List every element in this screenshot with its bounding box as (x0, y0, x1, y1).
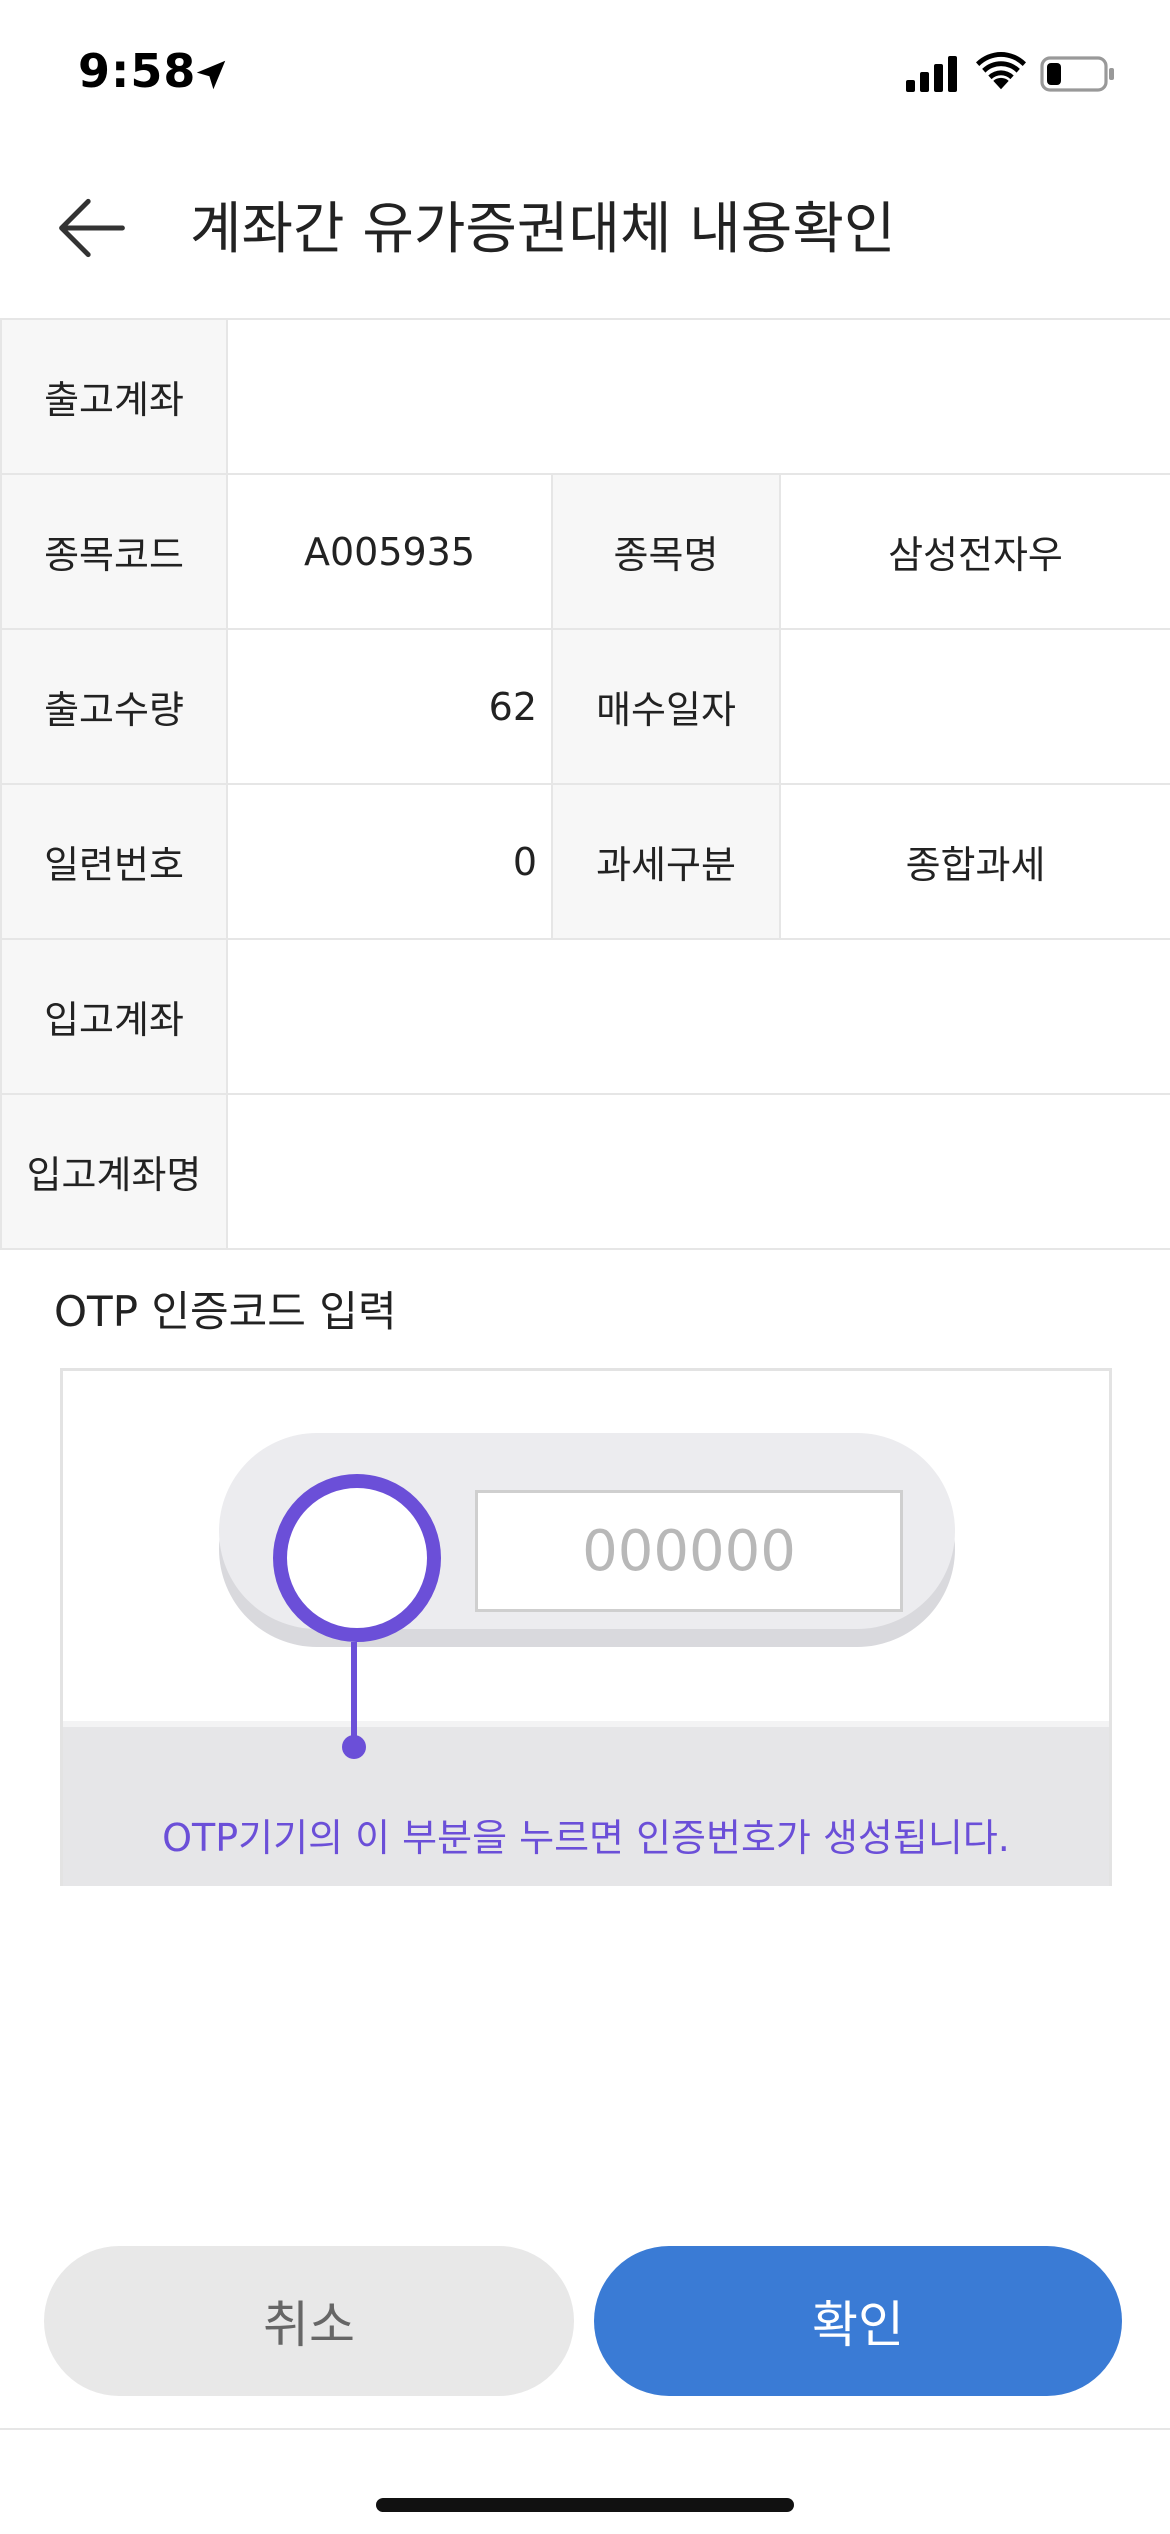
confirm-button[interactable]: 확인 (594, 2246, 1122, 2396)
in-account-value (226, 938, 1170, 1095)
otp-hint-text: OTP기기의 이 부분을 누르면 인증번호가 생성됩니다. (162, 1816, 1010, 1860)
otp-pointer-line (351, 1642, 357, 1746)
in-account-name-value (226, 1093, 1170, 1250)
arrow-left-icon[interactable] (54, 190, 130, 266)
out-account-value (226, 318, 1170, 475)
otp-label: OTP 인증코드 입력 (54, 1287, 397, 1336)
transfer-info-table: 출고계좌 종목코드 A005935 종목명 삼성전자우 출고수량 62 매수일자… (0, 318, 1170, 1250)
otp-code-input[interactable] (475, 1490, 903, 1612)
stock-name-label: 종목명 (551, 473, 781, 630)
stock-code-value: A005935 (226, 473, 553, 630)
table-row: 종목코드 A005935 종목명 삼성전자우 (0, 473, 1170, 630)
serial-value: 0 (226, 783, 553, 940)
out-account-label: 출고계좌 (0, 318, 228, 475)
header: 계좌간 유가증권대체 내용확인 (0, 150, 1170, 318)
stock-name-value: 삼성전자우 (779, 473, 1170, 630)
out-qty-value: 62 (226, 628, 553, 785)
signal-icon (906, 56, 957, 92)
wifi-icon (976, 52, 1026, 90)
table-row: 출고수량 62 매수일자 (0, 628, 1170, 785)
tax-type-label: 과세구분 (551, 783, 781, 940)
buy-date-value (779, 628, 1170, 785)
home-indicator[interactable] (376, 2498, 794, 2512)
otp-device-button-icon (273, 1474, 441, 1642)
table-row: 입고계좌명 (0, 1093, 1170, 1250)
page-title: 계좌간 유가증권대체 내용확인 (190, 197, 896, 262)
status-time: 9:58 (78, 44, 197, 98)
stock-code-label: 종목코드 (0, 473, 228, 630)
otp-box: OTP기기의 이 부분을 누르면 인증번호가 생성됩니다. (60, 1368, 1112, 1886)
table-row: 입고계좌 (0, 938, 1170, 1095)
cancel-button[interactable]: 취소 (44, 2246, 574, 2396)
location-arrow-icon (196, 60, 226, 90)
otp-pointer-dot (342, 1735, 366, 1759)
tax-type-value: 종합과세 (779, 783, 1170, 940)
bottom-bar (0, 2428, 1170, 2534)
battery-icon (1040, 56, 1114, 92)
serial-label: 일련번호 (0, 783, 228, 940)
out-qty-label: 출고수량 (0, 628, 228, 785)
in-account-name-label: 입고계좌명 (0, 1093, 228, 1250)
status-bar: 9:58 (0, 0, 1170, 150)
buy-date-label: 매수일자 (551, 628, 781, 785)
table-row: 출고계좌 (0, 318, 1170, 475)
table-row: 일련번호 0 과세구분 종합과세 (0, 783, 1170, 940)
in-account-label: 입고계좌 (0, 938, 228, 1095)
